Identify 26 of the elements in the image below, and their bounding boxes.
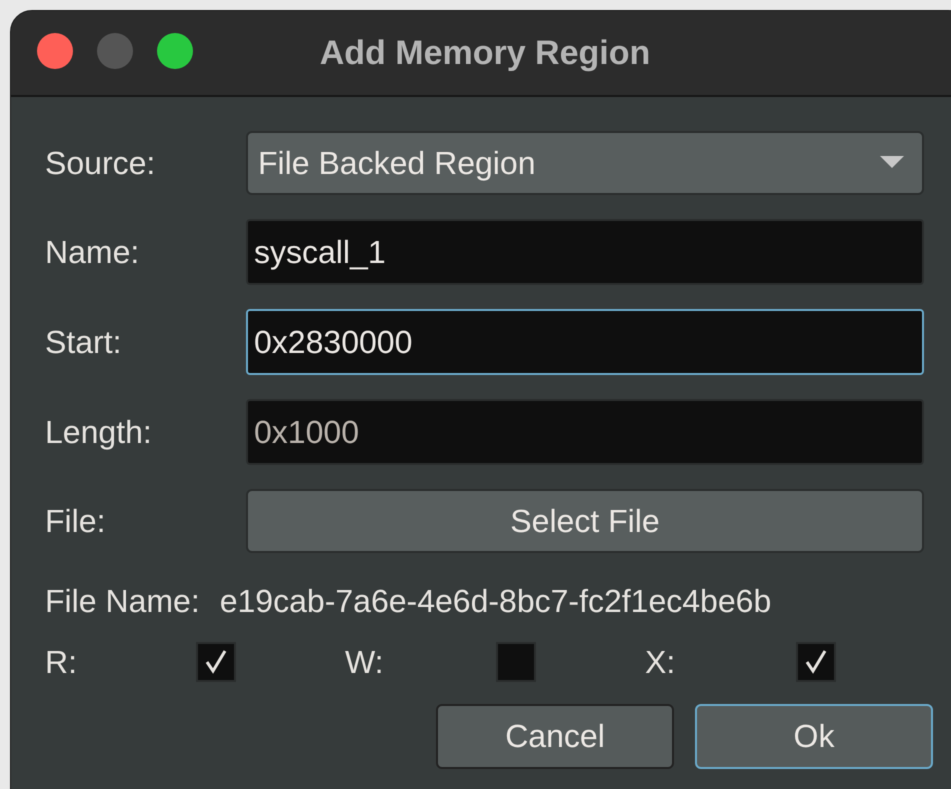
field-label: Length: [45,414,153,450]
field-label: File Name: [45,583,200,620]
field-label: Name: [45,234,140,270]
checkbox-label: W: [345,644,385,680]
check-icon [203,649,229,675]
caret-icon [880,156,904,170]
checkbox[interactable] [196,642,236,682]
checkbox-label: X: [645,644,676,680]
select-file-button[interactable]: Select File [246,489,924,553]
window-title: Add Memory Region [320,34,650,72]
field-label: File: [45,502,106,540]
checkbox-label: R: [45,644,78,680]
checkbox[interactable] [496,642,536,682]
close-icon[interactable] [37,33,73,69]
dialog-button[interactable]: Ok [695,704,933,769]
input-field[interactable]: 0x1000 [246,399,924,465]
dialog-button[interactable]: Cancel [436,704,674,769]
checkbox[interactable] [796,642,836,682]
input-field[interactable]: syscall_1 [246,219,924,285]
input-field[interactable]: 0x2830000 [246,309,924,375]
check-icon [803,649,829,675]
file-name-value: e19cab-7a6e-4e6d-8bc7-fc2f1ec4be6b [220,583,772,620]
source-dropdown[interactable]: File Backed Region [246,131,924,195]
field-label: Start: [45,324,122,360]
field-label: Source: [45,144,156,182]
zoom-icon[interactable] [157,33,193,69]
